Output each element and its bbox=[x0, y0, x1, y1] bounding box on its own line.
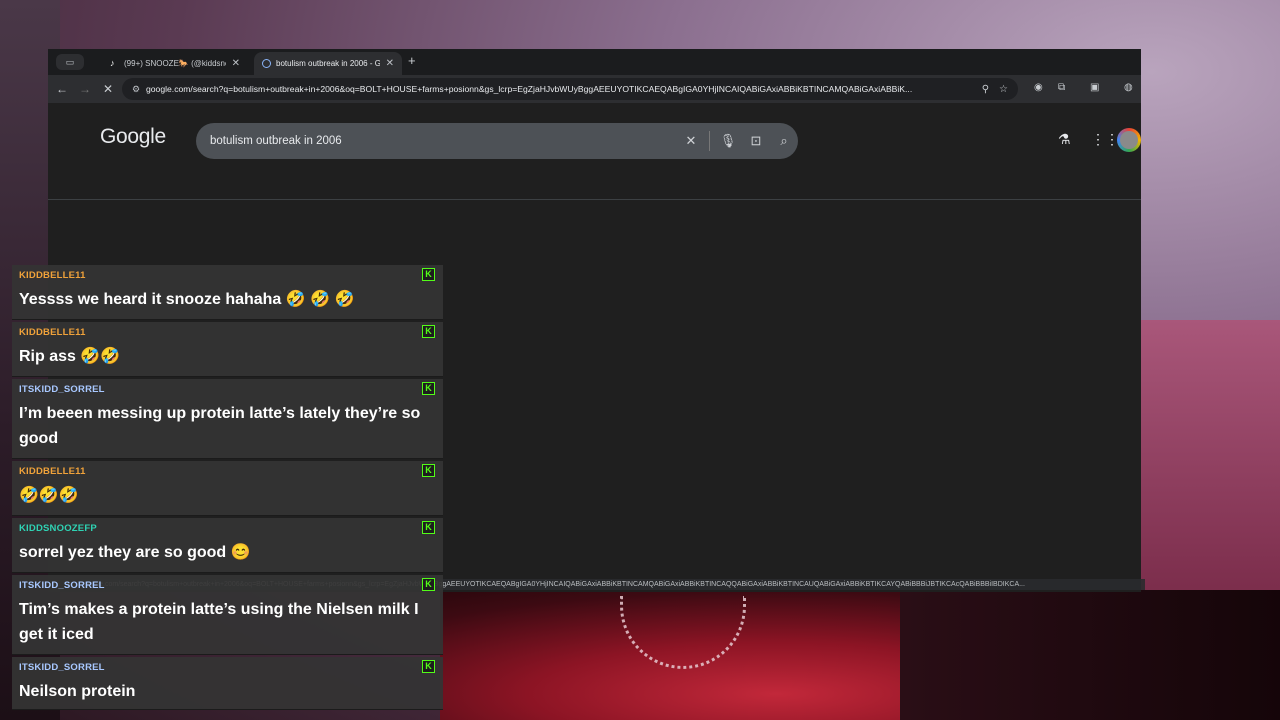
chat-message: ITSKIDD_SORREL K I’m beeen messing up pr… bbox=[12, 379, 443, 459]
avatar[interactable] bbox=[1117, 128, 1141, 152]
chat-username: KIDDSNOOZEFP bbox=[19, 523, 97, 534]
background-wall-right bbox=[1140, 320, 1280, 600]
kick-logo-icon: K bbox=[422, 268, 435, 281]
kick-logo-icon: K bbox=[422, 464, 435, 477]
tab-strip: ▭ ♪ (99+) SNOOZE🐎 (@kiddsno ✕ botulism o… bbox=[48, 49, 1141, 75]
tab-list-icon[interactable]: ▭ bbox=[56, 54, 84, 70]
zoom-icon[interactable]: ⚲ bbox=[982, 84, 989, 95]
chat-text: Neilson protein bbox=[19, 683, 136, 700]
chat-username: ITSKIDD_SORREL bbox=[19, 580, 105, 591]
chat-text: 🤣🤣🤣 bbox=[19, 487, 79, 504]
kick-logo-icon: K bbox=[422, 660, 435, 673]
chat-message: KIDDBELLE11 K Yessss we heard it snooze … bbox=[12, 265, 443, 320]
search-divider bbox=[709, 131, 710, 151]
side-panel-icon[interactable]: ▣ bbox=[1090, 82, 1099, 93]
chat-text: Tim’s makes a protein latte’s using the … bbox=[19, 601, 419, 643]
kick-logo-icon: K bbox=[422, 382, 435, 395]
search-box[interactable]: botulism outbreak in 2006 ✕ 🎙 ⊡ ⌕ bbox=[196, 123, 798, 159]
forward-button[interactable]: → bbox=[76, 80, 94, 98]
tab-tiktok[interactable]: ♪ (99+) SNOOZE🐎 (@kiddsno ✕ bbox=[102, 52, 248, 75]
tab-title: botulism outbreak in 2006 - G bbox=[276, 59, 380, 68]
chat-text: sorrel yez they are so good 😊 bbox=[19, 544, 251, 561]
reload-button[interactable]: ✕ bbox=[99, 80, 117, 98]
back-button[interactable]: ← bbox=[53, 80, 71, 98]
extension-icon[interactable]: ◉ bbox=[1034, 82, 1043, 93]
extensions-puzzle-icon[interactable]: ⧉ bbox=[1058, 82, 1065, 93]
tiktok-icon: ♪ bbox=[110, 58, 115, 68]
microphone-icon[interactable]: 🎙 bbox=[714, 133, 742, 149]
kick-logo-icon: K bbox=[422, 325, 435, 338]
tab-google-search[interactable]: botulism outbreak in 2006 - G ✕ bbox=[254, 52, 402, 75]
url-text: google.com/search?q=botulism+outbreak+in… bbox=[146, 84, 913, 94]
profile-icon[interactable]: ◍ bbox=[1124, 82, 1133, 93]
header-divider bbox=[48, 199, 1141, 200]
bookmark-star-icon[interactable]: ☆ bbox=[999, 84, 1008, 95]
chat-username: KIDDBELLE11 bbox=[19, 270, 86, 281]
chat-message: ITSKIDD_SORREL K Tim’s makes a protein l… bbox=[12, 575, 443, 655]
kick-logo-icon: K bbox=[422, 521, 435, 534]
search-input[interactable]: botulism outbreak in 2006 bbox=[210, 135, 677, 147]
close-tab-icon[interactable]: ✕ bbox=[386, 58, 394, 69]
address-bar[interactable]: ⚙ google.com/search?q=botulism+outbreak+… bbox=[122, 78, 1018, 100]
chat-username: ITSKIDD_SORREL bbox=[19, 384, 105, 395]
chat-message: KIDDBELLE11 K 🤣🤣🤣 bbox=[12, 461, 443, 516]
chat-message: ITSKIDD_SORREL K Neilson protein bbox=[12, 657, 443, 710]
new-tab-button[interactable]: + bbox=[408, 53, 416, 68]
close-tab-icon[interactable]: ✕ bbox=[232, 58, 240, 69]
apps-grid-icon[interactable]: ⋮⋮ bbox=[1091, 131, 1119, 148]
site-info-icon[interactable]: ⚙ bbox=[126, 84, 146, 95]
clear-search-icon[interactable]: ✕ bbox=[677, 133, 705, 149]
chat-text: I’m beeen messing up protein latte’s lat… bbox=[19, 405, 421, 447]
streamer-webcam-jacket bbox=[900, 590, 1280, 720]
tab-title: (99+) SNOOZE🐎 (@kiddsno bbox=[124, 59, 226, 68]
chat-text: Rip ass 🤣🤣 bbox=[19, 348, 121, 365]
chat-username: ITSKIDD_SORREL bbox=[19, 662, 105, 673]
lens-camera-icon[interactable]: ⊡ bbox=[742, 133, 770, 149]
chat-username: KIDDBELLE11 bbox=[19, 327, 86, 338]
kick-logo-icon: K bbox=[422, 578, 435, 591]
google-icon bbox=[262, 59, 271, 68]
chat-message: KIDDBELLE11 K Rip ass 🤣🤣 bbox=[12, 322, 443, 377]
labs-flask-icon[interactable]: ⚗ bbox=[1058, 131, 1071, 148]
chat-message: KIDDSNOOZEFP K sorrel yez they are so go… bbox=[12, 518, 443, 573]
google-logo[interactable]: Google bbox=[100, 125, 166, 149]
chat-text: Yessss we heard it snooze hahaha 🤣 🤣 🤣 bbox=[19, 291, 355, 308]
search-icon[interactable]: ⌕ bbox=[770, 133, 798, 149]
chat-username: KIDDBELLE11 bbox=[19, 466, 86, 477]
browser-toolbar: ← → ✕ ⚙ google.com/search?q=botulism+out… bbox=[48, 75, 1141, 103]
